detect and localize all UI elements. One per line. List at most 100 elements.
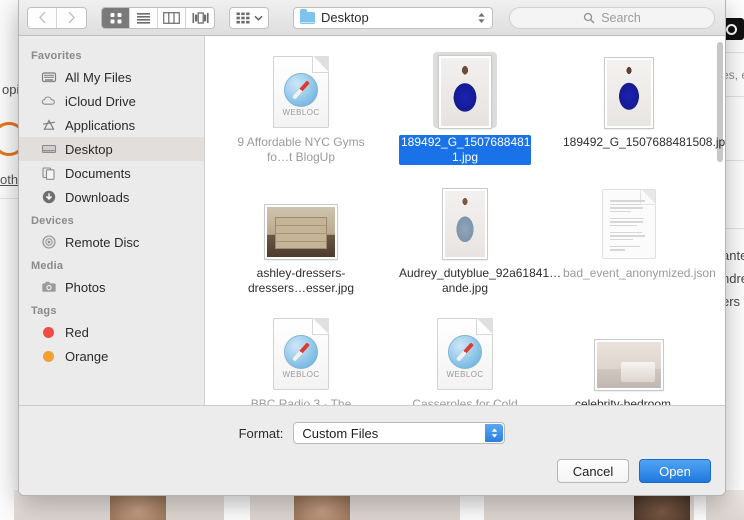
- photos-camera-icon: [41, 279, 57, 295]
- file-item[interactable]: bad_event_anonymized.json: [547, 177, 716, 304]
- column-view-button[interactable]: [158, 7, 186, 28]
- dialog-buttons: Cancel Open: [557, 459, 711, 483]
- chevron-right-icon: [68, 11, 75, 24]
- view-mode-switcher[interactable]: [101, 6, 215, 29]
- all-my-files-icon: [41, 69, 57, 85]
- file-item[interactable]: WEBLOC Casseroles for Cold Nights -…Cook…: [383, 308, 547, 405]
- sidebar-item-desktop[interactable]: Desktop: [19, 137, 204, 161]
- sidebar-item-label: Red: [65, 324, 89, 340]
- sidebar-item-label: iCloud Drive: [65, 93, 136, 109]
- sidebar-item-label: Orange: [65, 348, 109, 364]
- cloud-icon: [41, 93, 57, 109]
- search-input[interactable]: Search: [509, 6, 715, 29]
- list-view-button[interactable]: [130, 7, 158, 28]
- sidebar-header-favorites: Favorites: [31, 50, 82, 62]
- dialog-body: Favorites All My Files iCloud Drive Appl…: [19, 36, 725, 405]
- documents-icon: [41, 165, 57, 181]
- sidebar-item-all-my-files[interactable]: All My Files: [19, 65, 204, 89]
- sidebar-item-documents[interactable]: Documents: [19, 161, 204, 185]
- background-divider: [726, 228, 744, 229]
- coverflow-icon: [192, 11, 209, 24]
- chevron-left-icon: [38, 11, 46, 24]
- cancel-button[interactable]: Cancel: [557, 459, 629, 483]
- sidebar-item-icloud-drive[interactable]: iCloud Drive: [19, 89, 204, 113]
- file-item[interactable]: WEBLOC BBC Radio 3 - The Essay, R…flecti…: [219, 308, 383, 405]
- file-name: bad_event_anonymized.json: [563, 266, 716, 280]
- file-thumbnail: WEBLOC: [437, 314, 493, 390]
- background-divider: [726, 160, 744, 161]
- background-text: opi: [2, 82, 20, 97]
- webloc-badge-label: WEBLOC: [282, 370, 320, 379]
- sidebar: Favorites All My Files iCloud Drive Appl…: [19, 36, 205, 405]
- file-item[interactable]: Audrey_dutyblue_92a61841…ande.jpg: [383, 177, 561, 304]
- path-popup-button[interactable]: Desktop: [293, 6, 493, 29]
- navigation-buttons[interactable]: [27, 6, 87, 29]
- sidebar-item-downloads[interactable]: Downloads: [19, 185, 204, 209]
- back-button[interactable]: [28, 7, 57, 28]
- file-name: 9 Affordable NYC Gyms fo…t BlogUp: [237, 135, 365, 164]
- background-divider: [726, 52, 744, 53]
- file-thumbnail: [433, 52, 497, 128]
- webloc-badge-label: WEBLOC: [282, 108, 320, 117]
- file-item[interactable]: ashley-dressers-dressers…esser.jpg: [219, 177, 383, 304]
- webloc-badge-label: WEBLOC: [446, 370, 484, 379]
- icon-view-button[interactable]: [102, 7, 130, 28]
- image-thumbnail: [265, 205, 337, 259]
- sidebar-item-photos[interactable]: Photos: [19, 275, 204, 299]
- sidebar-item-label: Applications: [65, 117, 136, 133]
- webloc-document-icon: WEBLOC: [437, 318, 493, 390]
- sidebar-item-label: Downloads: [65, 189, 130, 205]
- file-thumbnail: [443, 183, 487, 259]
- sidebar-item-remote-disc[interactable]: Remote Disc: [19, 230, 204, 254]
- open-button[interactable]: Open: [639, 459, 711, 483]
- format-selected-value: Custom Files: [302, 425, 379, 441]
- file-thumbnail: [265, 183, 337, 259]
- open-file-dialog: Desktop Search Favorites All My Files iC…: [18, 0, 726, 496]
- sidebar-item-applications[interactable]: Applications: [19, 113, 204, 137]
- search-placeholder: Search: [601, 10, 641, 25]
- sidebar-item-label: Desktop: [65, 141, 113, 157]
- sidebar-header-media: Media: [31, 260, 64, 272]
- applications-icon: [41, 117, 57, 133]
- grid-icon: [110, 12, 121, 23]
- sidebar-item-tag-red[interactable]: Red: [19, 320, 204, 344]
- image-thumbnail: [439, 56, 491, 128]
- scrollbar-thumb[interactable]: [717, 42, 723, 162]
- sidebar-item-tag-orange[interactable]: Orange: [19, 344, 204, 368]
- dialog-toolbar: Desktop Search: [19, 0, 725, 36]
- webloc-document-icon: WEBLOC: [273, 318, 329, 390]
- background-divider: [726, 96, 744, 97]
- file-item[interactable]: celebrity-bedroom…3728.jpg: [547, 308, 711, 405]
- json-document-icon: [602, 189, 656, 259]
- dialog-footer: Format: Custom Files Cancel Open: [19, 405, 725, 495]
- safari-compass-icon: [448, 335, 482, 369]
- image-thumbnail: [595, 340, 663, 390]
- forward-button[interactable]: [57, 7, 86, 28]
- sidebar-header-tags: Tags: [31, 305, 57, 317]
- sidebar-item-label: Photos: [65, 279, 106, 295]
- columns-icon: [163, 11, 180, 24]
- file-item[interactable]: WEBLOC 9 Affordable NYC Gyms fo…t BlogUp: [219, 46, 383, 173]
- tag-dot-icon: [41, 348, 57, 364]
- list-icon: [137, 12, 150, 24]
- file-item[interactable]: 189492_G_1507688481508.jpg: [547, 46, 725, 173]
- safari-compass-icon: [284, 73, 318, 107]
- file-grid: WEBLOC 9 Affordable NYC Gyms fo…t BlogUp…: [205, 36, 725, 405]
- file-grid-area[interactable]: WEBLOC 9 Affordable NYC Gyms fo…t BlogUp…: [205, 36, 725, 405]
- downloads-icon: [41, 189, 57, 205]
- file-thumbnail: [602, 183, 656, 259]
- file-item-selected[interactable]: 189492_G_1507688481508-1.jpg: [383, 46, 554, 173]
- coverflow-view-button[interactable]: [186, 7, 214, 28]
- arrange-menu-button[interactable]: [229, 6, 269, 29]
- current-folder-label: Desktop: [321, 10, 369, 25]
- format-select[interactable]: Custom Files: [293, 422, 506, 444]
- chevron-updown-icon: [485, 424, 504, 442]
- file-thumbnail: [605, 52, 653, 128]
- sidebar-item-label: All My Files: [65, 69, 132, 85]
- file-grid-scrollbar[interactable]: [717, 42, 723, 399]
- file-name: 189492_G_1507688481508.jpg: [563, 135, 725, 149]
- file-thumbnail: [595, 314, 663, 390]
- file-name: celebrity-bedroom…3728.jpg: [574, 397, 684, 405]
- file-thumbnail: WEBLOC: [273, 314, 329, 390]
- folder-icon: [300, 8, 315, 24]
